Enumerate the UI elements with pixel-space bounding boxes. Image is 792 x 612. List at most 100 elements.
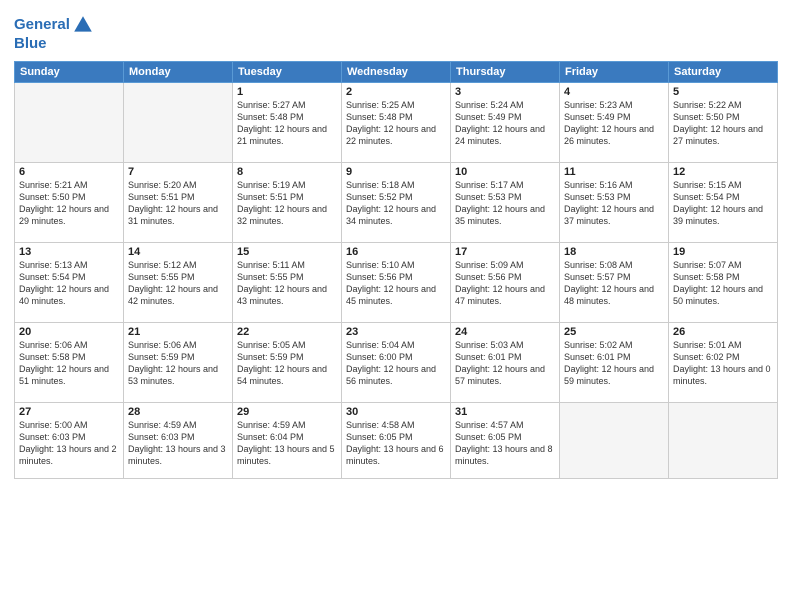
cell-info: Sunrise: 5:21 AMSunset: 5:50 PMDaylight:…: [19, 179, 119, 228]
cell-info: Sunrise: 5:06 AMSunset: 5:58 PMDaylight:…: [19, 339, 119, 388]
date-number: 25: [564, 326, 664, 338]
calendar-cell: 21Sunrise: 5:06 AMSunset: 5:59 PMDayligh…: [124, 322, 233, 402]
weekday-header-wednesday: Wednesday: [342, 61, 451, 82]
logo-text: General: [14, 17, 70, 34]
date-number: 30: [346, 406, 446, 418]
calendar-cell: 20Sunrise: 5:06 AMSunset: 5:58 PMDayligh…: [15, 322, 124, 402]
cell-info: Sunrise: 5:18 AMSunset: 5:52 PMDaylight:…: [346, 179, 446, 228]
week-row-3: 13Sunrise: 5:13 AMSunset: 5:54 PMDayligh…: [15, 242, 778, 322]
calendar-cell: 27Sunrise: 5:00 AMSunset: 6:03 PMDayligh…: [15, 402, 124, 478]
calendar-cell: 19Sunrise: 5:07 AMSunset: 5:58 PMDayligh…: [669, 242, 778, 322]
date-number: 18: [564, 246, 664, 258]
calendar-cell: 15Sunrise: 5:11 AMSunset: 5:55 PMDayligh…: [233, 242, 342, 322]
date-number: 21: [128, 326, 228, 338]
page-container: General Blue SundayMondayTuesdayWednesda…: [0, 0, 792, 489]
date-number: 4: [564, 86, 664, 98]
date-number: 6: [19, 166, 119, 178]
cell-info: Sunrise: 5:25 AMSunset: 5:48 PMDaylight:…: [346, 99, 446, 148]
weekday-header-sunday: Sunday: [15, 61, 124, 82]
calendar-cell: 24Sunrise: 5:03 AMSunset: 6:01 PMDayligh…: [451, 322, 560, 402]
date-number: 23: [346, 326, 446, 338]
cell-info: Sunrise: 5:24 AMSunset: 5:49 PMDaylight:…: [455, 99, 555, 148]
weekday-header-thursday: Thursday: [451, 61, 560, 82]
date-number: 19: [673, 246, 773, 258]
calendar-cell: 26Sunrise: 5:01 AMSunset: 6:02 PMDayligh…: [669, 322, 778, 402]
cell-info: Sunrise: 5:03 AMSunset: 6:01 PMDaylight:…: [455, 339, 555, 388]
cell-info: Sunrise: 5:16 AMSunset: 5:53 PMDaylight:…: [564, 179, 664, 228]
date-number: 31: [455, 406, 555, 418]
calendar-cell: 1Sunrise: 5:27 AMSunset: 5:48 PMDaylight…: [233, 82, 342, 162]
calendar-cell: 5Sunrise: 5:22 AMSunset: 5:50 PMDaylight…: [669, 82, 778, 162]
logo: General Blue: [14, 14, 94, 53]
cell-info: Sunrise: 5:17 AMSunset: 5:53 PMDaylight:…: [455, 179, 555, 228]
calendar-cell: [15, 82, 124, 162]
calendar-cell: 10Sunrise: 5:17 AMSunset: 5:53 PMDayligh…: [451, 162, 560, 242]
date-number: 26: [673, 326, 773, 338]
date-number: 7: [128, 166, 228, 178]
date-number: 20: [19, 326, 119, 338]
calendar-cell: 7Sunrise: 5:20 AMSunset: 5:51 PMDaylight…: [124, 162, 233, 242]
date-number: 17: [455, 246, 555, 258]
calendar-body: 1Sunrise: 5:27 AMSunset: 5:48 PMDaylight…: [15, 82, 778, 478]
calendar-cell: 30Sunrise: 4:58 AMSunset: 6:05 PMDayligh…: [342, 402, 451, 478]
date-number: 13: [19, 246, 119, 258]
calendar-cell: 3Sunrise: 5:24 AMSunset: 5:49 PMDaylight…: [451, 82, 560, 162]
date-number: 5: [673, 86, 773, 98]
calendar-cell: 28Sunrise: 4:59 AMSunset: 6:03 PMDayligh…: [124, 402, 233, 478]
cell-info: Sunrise: 5:22 AMSunset: 5:50 PMDaylight:…: [673, 99, 773, 148]
calendar-cell: 2Sunrise: 5:25 AMSunset: 5:48 PMDaylight…: [342, 82, 451, 162]
logo-blue: Blue: [14, 36, 94, 53]
calendar-cell: 23Sunrise: 5:04 AMSunset: 6:00 PMDayligh…: [342, 322, 451, 402]
weekday-header-tuesday: Tuesday: [233, 61, 342, 82]
cell-info: Sunrise: 5:12 AMSunset: 5:55 PMDaylight:…: [128, 259, 228, 308]
week-row-4: 20Sunrise: 5:06 AMSunset: 5:58 PMDayligh…: [15, 322, 778, 402]
calendar-cell: 22Sunrise: 5:05 AMSunset: 5:59 PMDayligh…: [233, 322, 342, 402]
cell-info: Sunrise: 5:20 AMSunset: 5:51 PMDaylight:…: [128, 179, 228, 228]
cell-info: Sunrise: 5:02 AMSunset: 6:01 PMDaylight:…: [564, 339, 664, 388]
calendar-table: SundayMondayTuesdayWednesdayThursdayFrid…: [14, 61, 778, 479]
calendar-cell: 17Sunrise: 5:09 AMSunset: 5:56 PMDayligh…: [451, 242, 560, 322]
date-number: 15: [237, 246, 337, 258]
header: General Blue: [14, 10, 778, 53]
cell-info: Sunrise: 5:05 AMSunset: 5:59 PMDaylight:…: [237, 339, 337, 388]
calendar-cell: 11Sunrise: 5:16 AMSunset: 5:53 PMDayligh…: [560, 162, 669, 242]
date-number: 3: [455, 86, 555, 98]
cell-info: Sunrise: 5:01 AMSunset: 6:02 PMDaylight:…: [673, 339, 773, 388]
cell-info: Sunrise: 4:59 AMSunset: 6:04 PMDaylight:…: [237, 419, 337, 468]
calendar-cell: 6Sunrise: 5:21 AMSunset: 5:50 PMDaylight…: [15, 162, 124, 242]
cell-info: Sunrise: 5:04 AMSunset: 6:00 PMDaylight:…: [346, 339, 446, 388]
calendar-cell: 13Sunrise: 5:13 AMSunset: 5:54 PMDayligh…: [15, 242, 124, 322]
cell-info: Sunrise: 5:15 AMSunset: 5:54 PMDaylight:…: [673, 179, 773, 228]
weekday-header-monday: Monday: [124, 61, 233, 82]
calendar-cell: [124, 82, 233, 162]
cell-info: Sunrise: 4:59 AMSunset: 6:03 PMDaylight:…: [128, 419, 228, 468]
cell-info: Sunrise: 5:11 AMSunset: 5:55 PMDaylight:…: [237, 259, 337, 308]
weekday-header-friday: Friday: [560, 61, 669, 82]
week-row-1: 1Sunrise: 5:27 AMSunset: 5:48 PMDaylight…: [15, 82, 778, 162]
calendar-cell: 12Sunrise: 5:15 AMSunset: 5:54 PMDayligh…: [669, 162, 778, 242]
date-number: 29: [237, 406, 337, 418]
cell-info: Sunrise: 5:09 AMSunset: 5:56 PMDaylight:…: [455, 259, 555, 308]
cell-info: Sunrise: 5:23 AMSunset: 5:49 PMDaylight:…: [564, 99, 664, 148]
calendar-cell: 31Sunrise: 4:57 AMSunset: 6:05 PMDayligh…: [451, 402, 560, 478]
weekday-header-row: SundayMondayTuesdayWednesdayThursdayFrid…: [15, 61, 778, 82]
calendar-cell: 16Sunrise: 5:10 AMSunset: 5:56 PMDayligh…: [342, 242, 451, 322]
calendar-cell: [669, 402, 778, 478]
date-number: 28: [128, 406, 228, 418]
cell-info: Sunrise: 5:07 AMSunset: 5:58 PMDaylight:…: [673, 259, 773, 308]
cell-info: Sunrise: 5:27 AMSunset: 5:48 PMDaylight:…: [237, 99, 337, 148]
cell-info: Sunrise: 5:13 AMSunset: 5:54 PMDaylight:…: [19, 259, 119, 308]
calendar-cell: 4Sunrise: 5:23 AMSunset: 5:49 PMDaylight…: [560, 82, 669, 162]
logo-icon: [72, 14, 94, 36]
calendar-cell: 29Sunrise: 4:59 AMSunset: 6:04 PMDayligh…: [233, 402, 342, 478]
calendar-cell: 14Sunrise: 5:12 AMSunset: 5:55 PMDayligh…: [124, 242, 233, 322]
calendar-cell: 18Sunrise: 5:08 AMSunset: 5:57 PMDayligh…: [560, 242, 669, 322]
date-number: 22: [237, 326, 337, 338]
calendar-cell: 8Sunrise: 5:19 AMSunset: 5:51 PMDaylight…: [233, 162, 342, 242]
cell-info: Sunrise: 4:58 AMSunset: 6:05 PMDaylight:…: [346, 419, 446, 468]
week-row-2: 6Sunrise: 5:21 AMSunset: 5:50 PMDaylight…: [15, 162, 778, 242]
calendar-cell: 25Sunrise: 5:02 AMSunset: 6:01 PMDayligh…: [560, 322, 669, 402]
cell-info: Sunrise: 5:06 AMSunset: 5:59 PMDaylight:…: [128, 339, 228, 388]
cell-info: Sunrise: 5:19 AMSunset: 5:51 PMDaylight:…: [237, 179, 337, 228]
date-number: 14: [128, 246, 228, 258]
